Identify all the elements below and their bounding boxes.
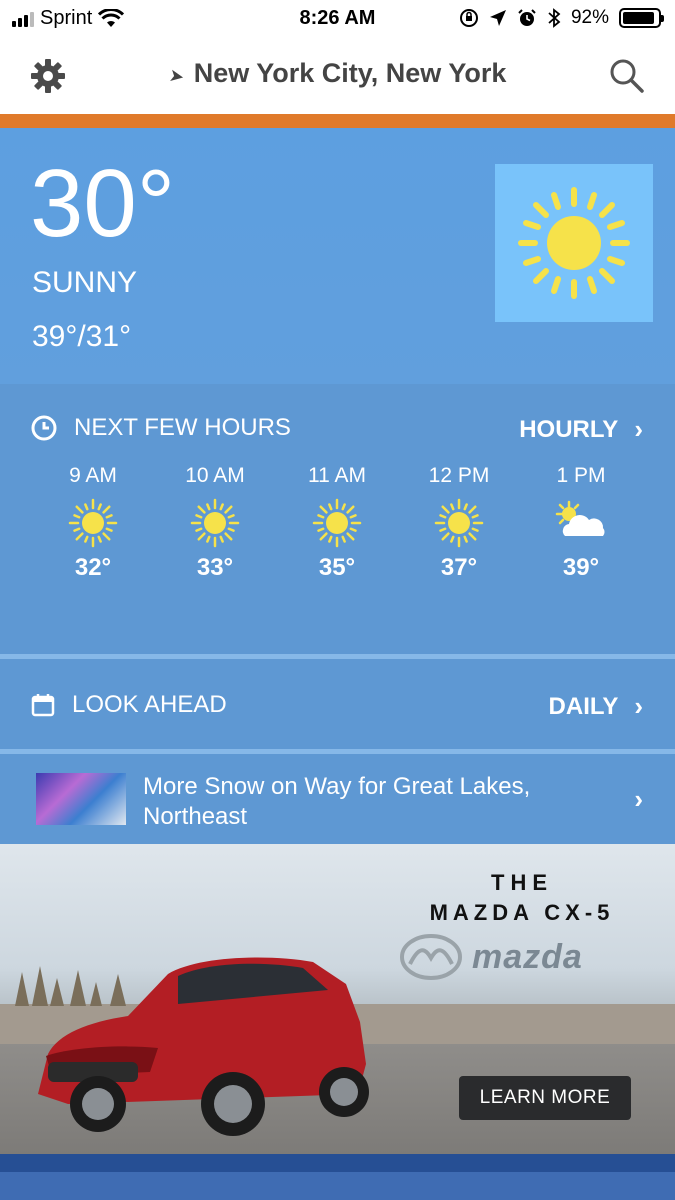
hi-lo-temperature: 39°/31° — [32, 320, 132, 353]
location-title[interactable]: ➤ New York City, New York — [0, 58, 675, 89]
hour-time: 9 AM — [69, 464, 117, 487]
mazda-wordmark: mazda — [472, 937, 583, 976]
sun-icon — [154, 492, 276, 554]
location-arrow-icon: ➤ — [167, 64, 186, 88]
hour-temp: 37° — [440, 554, 478, 581]
hourly-link[interactable]: HOURLY › — [519, 414, 643, 445]
hour-time: 10 AM — [185, 464, 245, 487]
current-condition: SUNNY — [32, 266, 138, 299]
hour-item[interactable]: 1 PM 39° — [520, 464, 642, 582]
partly-cloudy-icon — [520, 492, 642, 554]
ad-headline-line2: MAZDA CX-5 — [429, 900, 615, 925]
hour-temp: 33° — [196, 554, 234, 581]
hour-temp: 39° — [562, 554, 600, 581]
nav-bar: ➤ New York City, New York — [0, 40, 675, 114]
alarm-icon — [518, 9, 536, 26]
orientation-lock-icon — [459, 9, 478, 27]
car-image — [38, 957, 369, 1136]
location-icon — [489, 10, 506, 26]
look-ahead[interactable]: LOOK AHEAD DAILY › — [0, 659, 675, 749]
sun-icon — [32, 492, 154, 554]
current-temperature: 30° — [30, 150, 176, 257]
chevron-right-icon: › — [634, 414, 643, 444]
hourly-link-label: HOURLY — [519, 415, 619, 443]
battery-fill — [623, 12, 655, 24]
mazda-emblem-icon — [400, 934, 462, 980]
search-icon[interactable] — [609, 58, 645, 94]
battery-icon — [619, 8, 664, 28]
hour-item[interactable]: 10 AM 33° — [154, 464, 276, 582]
chevron-right-icon: › — [634, 691, 643, 721]
mazda-ad[interactable]: THE MAZDA CX-5 mazda LEARN MORE — [0, 844, 675, 1154]
hourly-heading-label: NEXT FEW HOURS — [74, 414, 291, 441]
mazda-logo: mazda — [400, 934, 632, 980]
hour-temp: 35° — [318, 554, 356, 581]
hour-item[interactable]: 12 PM 37° — [398, 464, 520, 582]
clock-icon — [31, 415, 57, 441]
alert-bar[interactable] — [0, 114, 675, 128]
look-ahead-heading: LOOK AHEAD — [30, 691, 227, 719]
bottom-bar — [0, 1154, 675, 1200]
battery-percent: 92% — [570, 7, 609, 28]
hourly-forecast: NEXT FEW HOURS HOURLY › 9 AM 32° 10 AM 3… — [0, 384, 675, 654]
current-conditions[interactable]: 30° SUNNY 39°/31° — [0, 128, 675, 384]
calendar-icon — [31, 694, 55, 717]
hour-time: 12 PM — [428, 464, 490, 487]
news-item[interactable]: More Snow on Way for Great Lakes, Northe… — [0, 754, 675, 844]
current-weather-icon-box — [495, 164, 653, 322]
status-bar: Sprint 8:26 AM 92% — [0, 0, 675, 40]
hour-item[interactable]: 11 AM 35° — [276, 464, 398, 582]
hour-item[interactable]: 9 AM 32° — [32, 464, 154, 582]
hour-time: 1 PM — [556, 464, 606, 487]
hourly-row: 9 AM 32° 10 AM 33° 11 AM 35° 12 PM 37° 1… — [32, 464, 642, 582]
hour-temp: 32° — [74, 554, 112, 581]
news-thumbnail — [36, 773, 126, 825]
chevron-right-icon: › — [634, 784, 643, 814]
learn-more-button[interactable]: LEARN MORE — [459, 1076, 631, 1120]
hour-time: 11 AM — [308, 464, 366, 487]
ad-headline-line1: THE — [491, 870, 553, 895]
sun-icon — [398, 492, 520, 554]
look-ahead-label: LOOK AHEAD — [72, 691, 227, 718]
news-headline: More Snow on Way for Great Lakes, Northe… — [143, 773, 531, 830]
daily-link[interactable]: DAILY › — [549, 691, 643, 722]
bluetooth-icon — [548, 8, 561, 28]
location-label: New York City, New York — [193, 58, 507, 88]
daily-link-label: DAILY — [548, 692, 619, 720]
sun-icon — [276, 492, 398, 554]
hourly-heading: NEXT FEW HOURS — [30, 414, 291, 442]
status-right: 92% — [459, 7, 664, 29]
sun-icon — [518, 187, 630, 299]
